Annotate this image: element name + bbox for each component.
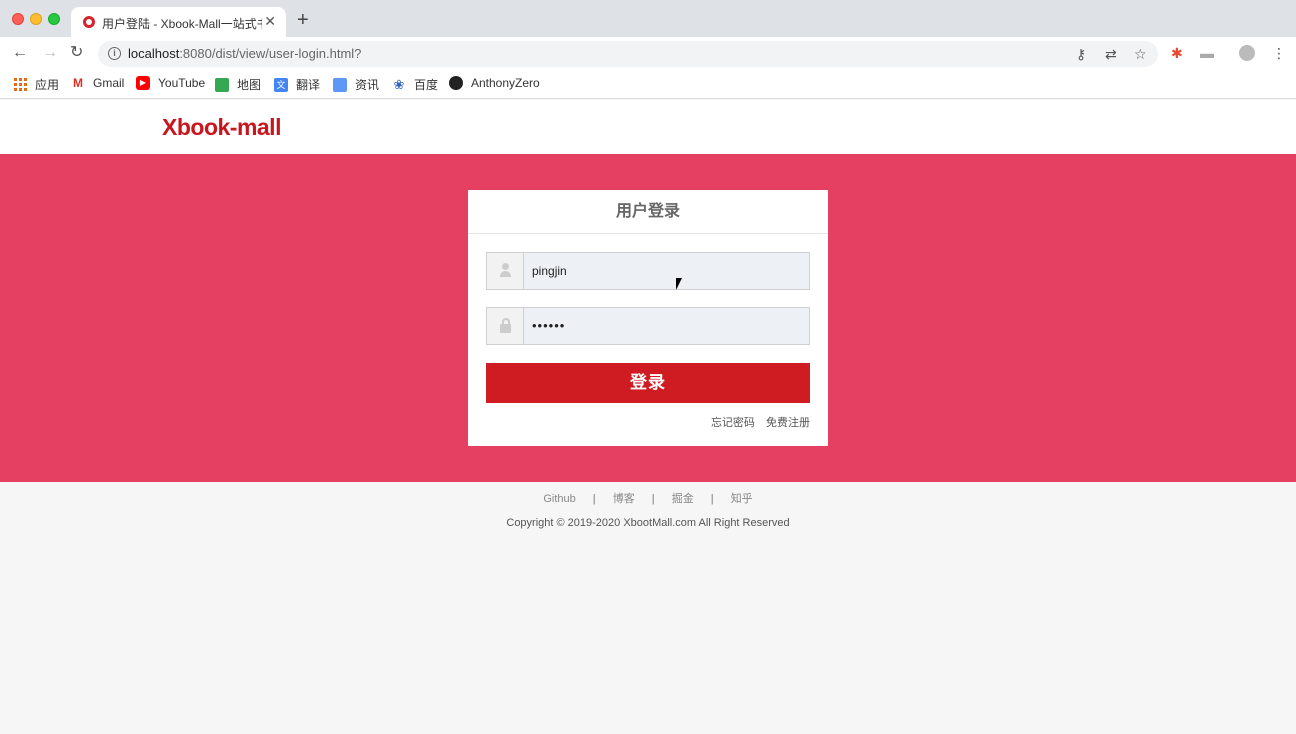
bookmark-youtube[interactable]: ▶ YouTube <box>136 76 205 90</box>
key-icon[interactable]: ⚷ <box>1076 45 1086 63</box>
folder-extension-icon[interactable]: ▬ <box>1200 45 1214 61</box>
back-button[interactable]: ← <box>12 43 28 63</box>
bookmark-github[interactable]: AnthonyZero <box>449 76 540 90</box>
youtube-icon: ▶ <box>136 76 150 90</box>
browser-tabstrip: 用户登陆 - Xbook-Mall一站式书 ✕ + <box>0 0 1296 37</box>
site-logo[interactable]: Xbook-mall <box>162 114 281 141</box>
copyright-text: Copyright © 2019-2020 XbootMall.com All … <box>506 517 790 529</box>
gmail-icon: M <box>73 76 83 90</box>
forgot-password-link[interactable]: 忘记密码 <box>711 417 755 429</box>
password-field[interactable]: •••••• <box>486 307 810 345</box>
tab-title: 用户登陆 - Xbook-Mall一站式书 <box>102 17 262 31</box>
url-text[interactable]: localhost:8080/dist/view/user-login.html… <box>128 46 361 61</box>
site-info-icon[interactable]: i <box>108 47 121 60</box>
bookmark-maps[interactable]: 地图 <box>215 76 261 93</box>
address-bar[interactable]: i localhost:8080/dist/view/user-login.ht… <box>98 41 1158 67</box>
site-header: Xbook-mall <box>0 100 1296 154</box>
translate-page-icon[interactable]: ⇄ <box>1105 45 1117 63</box>
extension-icon[interactable]: ✱ <box>1171 45 1183 61</box>
site-favicon-icon <box>83 16 95 28</box>
mouse-cursor-icon <box>676 278 688 290</box>
username-field[interactable]: pingjin <box>486 252 810 290</box>
bookmarks-bar: 应用 M Gmail ▶ YouTube 地图 文 翻译 资讯 ❀ 百度 Ant… <box>0 69 1296 99</box>
login-title: 用户登录 <box>468 190 828 234</box>
bookmark-gmail[interactable]: M Gmail <box>71 76 124 90</box>
footer-link-github[interactable]: Github <box>543 493 575 505</box>
apps-icon <box>14 78 27 91</box>
translate-icon: 文 <box>274 77 288 92</box>
window-zoom-button[interactable] <box>48 13 60 25</box>
password-input[interactable]: •••••• <box>532 318 565 333</box>
github-icon <box>449 76 463 90</box>
new-tab-button[interactable]: + <box>297 10 309 30</box>
footer-link-juejin[interactable]: 掘金 <box>672 493 694 505</box>
login-button[interactable]: 登录 <box>486 363 810 403</box>
footer-link-blog[interactable]: 博客 <box>613 493 635 505</box>
tab-close-icon[interactable]: ✕ <box>264 13 276 29</box>
window-minimize-button[interactable] <box>30 13 42 25</box>
browser-toolbar: ← → ↻ i localhost:8080/dist/view/user-lo… <box>0 37 1296 69</box>
baidu-icon: ❀ <box>393 76 405 92</box>
browser-menu-icon[interactable]: ⋮ <box>1272 45 1286 61</box>
window-close-button[interactable] <box>12 13 24 25</box>
news-icon <box>333 77 347 92</box>
profile-avatar-icon[interactable] <box>1239 45 1255 61</box>
bookmark-news[interactable]: 资讯 <box>333 76 379 93</box>
bookmark-star-icon[interactable]: ☆ <box>1134 45 1147 63</box>
auxiliary-links: 忘记密码 免费注册 <box>703 414 810 430</box>
bookmark-translate[interactable]: 文 翻译 <box>274 76 320 93</box>
forward-button[interactable]: → <box>42 43 58 63</box>
register-link[interactable]: 免费注册 <box>766 417 810 429</box>
browser-tab-active[interactable]: 用户登陆 - Xbook-Mall一站式书 ✕ <box>71 7 286 37</box>
reload-button[interactable]: ↻ <box>70 43 83 63</box>
login-panel: 用户登录 pingjin •••••• 登录 忘记密码 免费注册 <box>468 190 828 446</box>
login-banner: 用户登录 pingjin •••••• 登录 忘记密码 免费注册 <box>0 154 1296 482</box>
footer-link-zhihu[interactable]: 知乎 <box>731 493 753 505</box>
user-icon <box>487 253 524 289</box>
lock-icon <box>487 308 524 344</box>
footer-links: Github | 博客 | 掘金 | 知乎 <box>543 493 753 505</box>
username-input[interactable]: pingjin <box>532 264 567 278</box>
bookmark-apps[interactable]: 应用 <box>14 76 59 93</box>
maps-icon <box>215 77 229 92</box>
bookmark-baidu[interactable]: ❀ 百度 <box>392 76 438 93</box>
